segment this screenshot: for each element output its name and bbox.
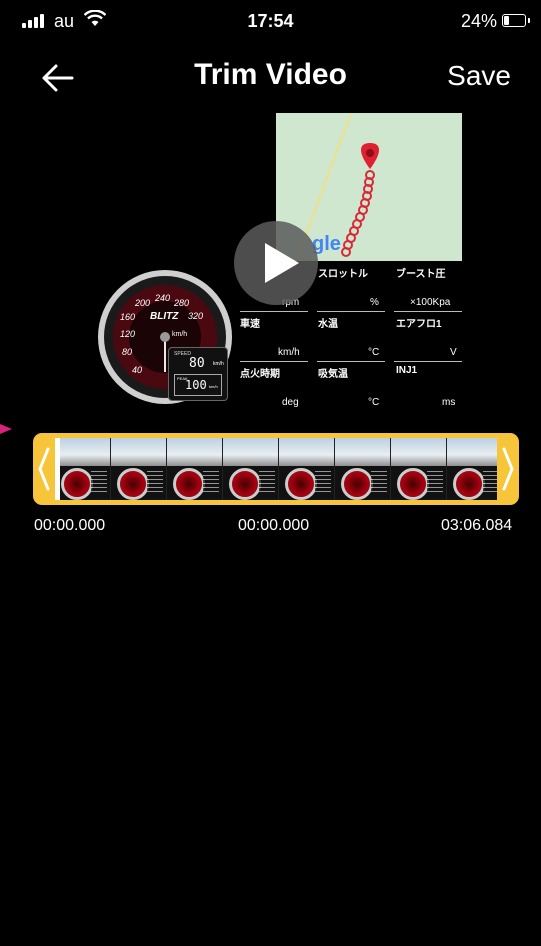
data-label: スロットル [318,269,368,280]
frame-thumbnail [167,438,223,500]
data-label: ブースト圧 [396,269,446,280]
data-label: エアフロ1 [396,319,442,330]
status-bar: au 17:54 24% [0,0,541,46]
digital-speed-value: 80 [189,356,205,371]
position-marker-arrow [0,424,12,434]
gauge-tick: 240 [155,293,171,303]
playhead[interactable] [55,438,60,500]
divider [240,311,308,312]
end-time: 03:06.084 [441,517,513,534]
frame-thumbnail [223,438,279,500]
unit-label: °C [368,397,380,408]
gauge-tick: 320 [188,311,204,321]
start-time: 00:00.000 [34,517,106,534]
gauge-brand: BLITZ [150,311,179,322]
data-label: 点火時期 [240,369,280,380]
unit-label: ×100Kpa [410,297,451,308]
data-label: 吸気温 [318,369,348,380]
digital-speed-panel: SPEED 80 km/h PEAK 100 km/h [168,347,228,401]
unit-label: ms [442,397,456,408]
data-label: 車速 [240,319,260,330]
frame-thumbnail [335,438,391,500]
divider [317,361,385,362]
unit-label: deg [282,397,299,408]
frame-thumbnail [279,438,335,500]
peak-unit: km/h [209,384,218,389]
gauge-tick: 40 [132,365,143,375]
unit-label: % [370,297,379,308]
frame-thumbnail [391,438,447,500]
gauge-tick: 160 [120,312,136,322]
divider [394,361,462,362]
battery-icon [502,14,530,27]
digital-speed-unit: km/h [213,361,224,367]
gauge-unit: km/h [172,331,188,338]
trim-handle-right[interactable] [500,447,516,491]
clock: 17:54 [247,11,294,31]
frame-strip[interactable] [55,438,497,500]
gauge-tick: 200 [135,298,151,308]
current-time: 00:00.000 [238,517,310,534]
gauge-tick: 120 [120,329,136,339]
save-button[interactable]: Save [447,60,511,92]
gauge-tick: 280 [174,298,190,308]
battery-percent: 24% [461,11,498,31]
divider [394,311,462,312]
divider [317,311,385,312]
play-button[interactable] [234,221,318,305]
unit-label: °C [368,347,380,358]
unit-label: V [450,347,457,358]
data-label: INJ1 [396,365,418,376]
frame-thumbnail [55,438,111,500]
frame-thumbnail [447,438,497,500]
data-label: 水温 [318,319,338,330]
frame-thumbnail [111,438,167,500]
trim-handle-left[interactable] [36,447,52,491]
unit-label: km/h [278,347,300,358]
divider [240,361,308,362]
trim-timeline[interactable] [33,433,519,505]
gauge-tick: 80 [122,347,133,357]
peak-value: 100 [185,378,207,392]
